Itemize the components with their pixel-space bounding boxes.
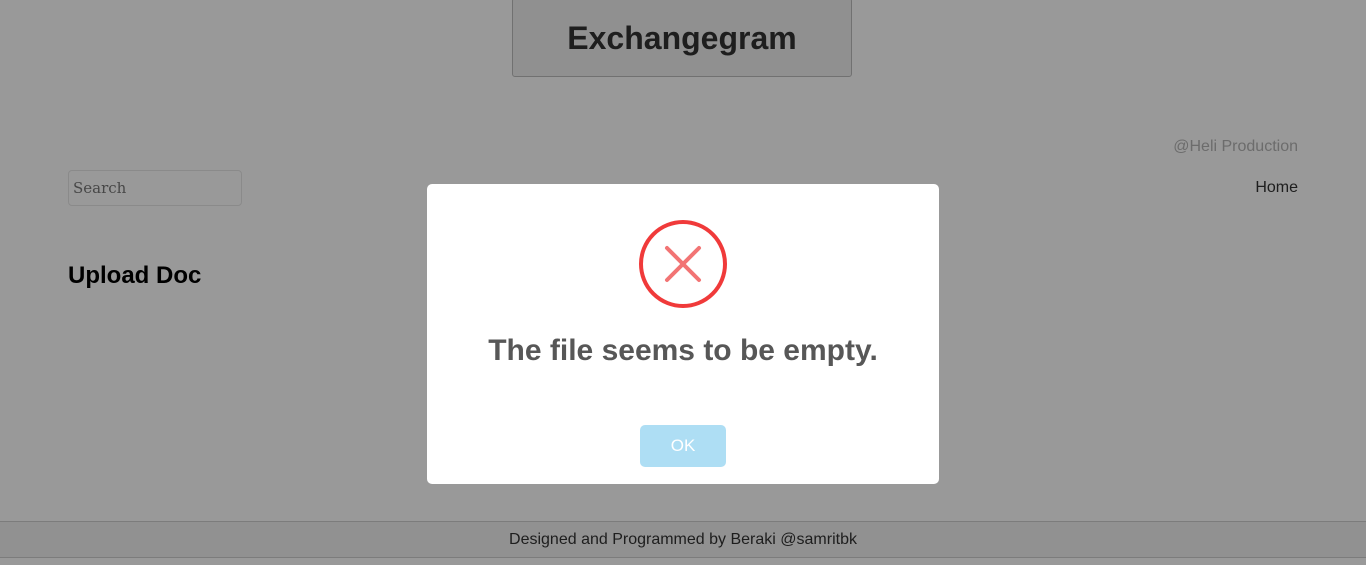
- ok-button[interactable]: OK: [640, 425, 726, 467]
- error-dialog: The file seems to be empty. OK: [427, 184, 939, 484]
- dialog-message: The file seems to be empty.: [488, 334, 878, 367]
- error-x-icon: [639, 220, 727, 308]
